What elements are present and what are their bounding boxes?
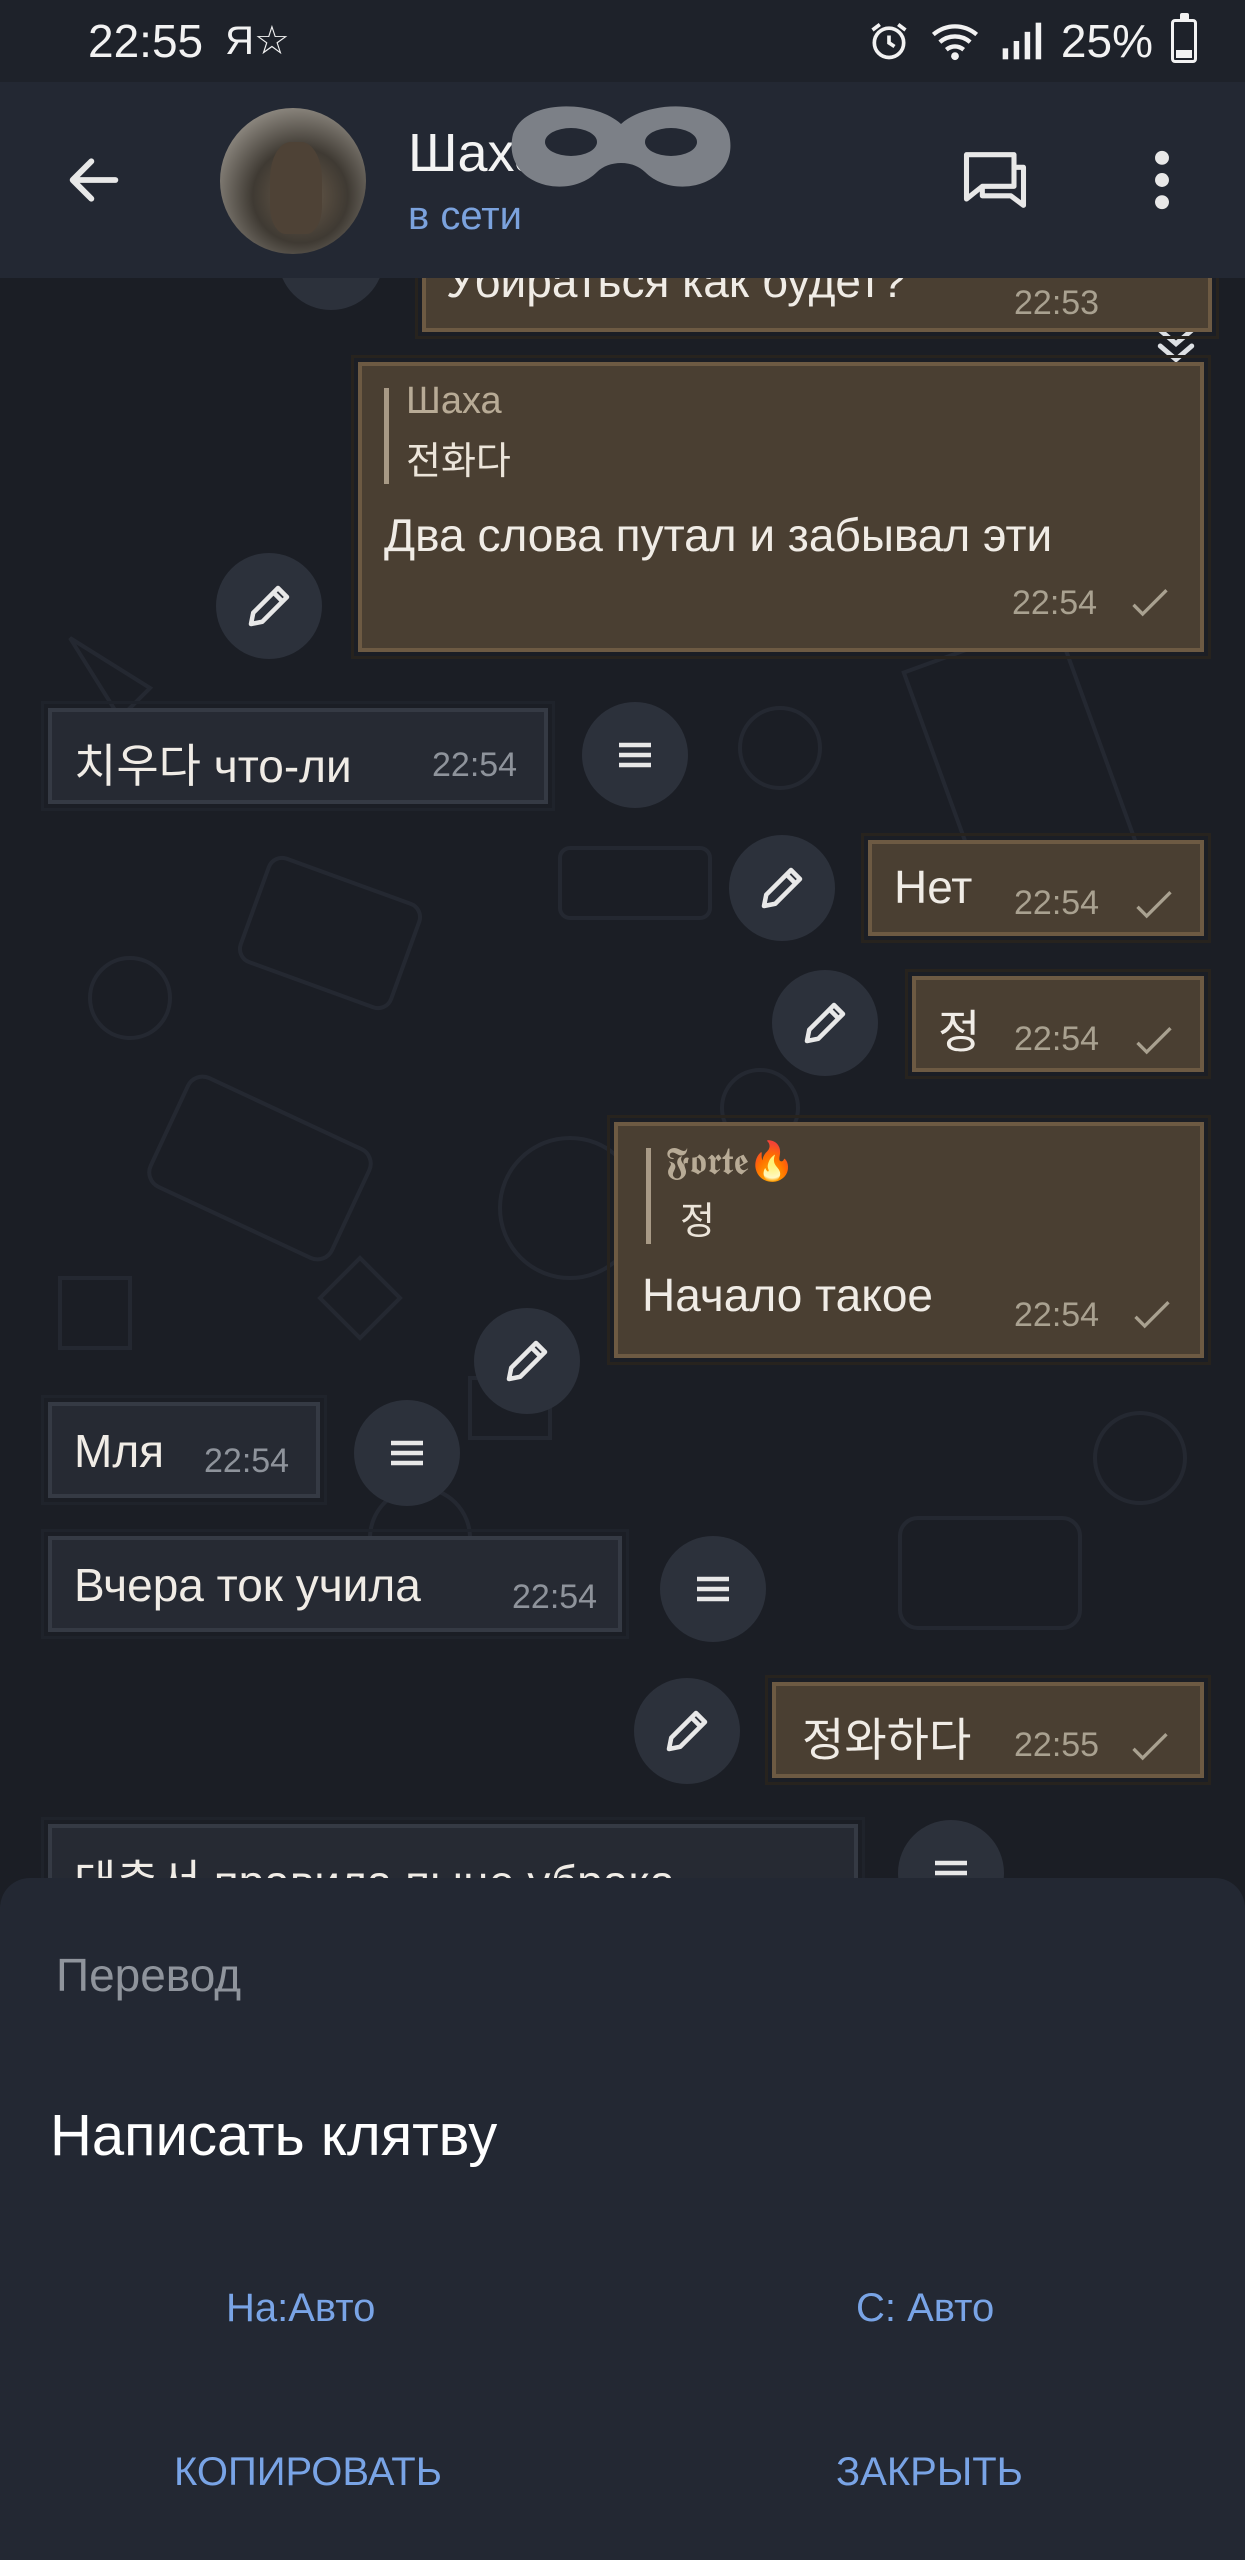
message-time: 22:54 [512,1578,598,1616]
close-button[interactable]: ЗАКРЫТЬ [836,2450,1023,2495]
menu-lines-icon [935,1860,967,1876]
pencil-icon [304,278,358,284]
edit-button[interactable] [634,1678,740,1784]
message-bubble[interactable]: Убираться как будет? 22:53 [415,278,1219,339]
message-bubble[interactable]: Шаха 전화다 Два слова путал и забывал эти 2… [351,355,1211,659]
read-check-icon [1132,588,1168,617]
message-text: Убираться как будет? [446,278,907,307]
battery-percent: 25% [1060,15,1153,67]
menu-button[interactable] [354,1400,460,1506]
quote-bar [384,388,389,484]
pencil-icon [666,1710,708,1752]
chat-header: Шаха в сети [0,82,1245,278]
message-text: Нет [894,861,973,913]
message-text: 치우다 что-ли [74,740,352,792]
menu-lines-icon [391,1440,423,1466]
quote-text: 전화다 [406,441,511,483]
message-time: 22:54 [204,1442,290,1480]
message-bubble[interactable]: 대충서 правила пыце убрака [41,1817,865,1878]
quote-author: 𝕱𝖔𝖗𝖙𝖊🔥 [666,1141,796,1183]
read-check-icon [1134,1300,1170,1329]
chat-area[interactable]: Убираться как будет? 22:53 Шаха 전화다 Два … [0,278,1245,1878]
message-time: 22:54 [1014,1296,1100,1334]
edit-button[interactable] [729,835,835,941]
chat-bubble-icon [963,152,1027,208]
message-bubble[interactable]: 치우다 что-ли 22:54 [41,701,555,811]
edit-button[interactable] [474,1308,580,1414]
wifi-icon [931,24,978,61]
message-time: 22:54 [1014,1020,1100,1058]
quote-text: 정 [680,1201,715,1243]
menu-button[interactable] [582,702,688,808]
more-vert-icon [1155,150,1169,210]
message-time: 22:53 [1014,284,1100,322]
message-text: 정와하다 [802,1714,972,1766]
arrow-left-icon [69,158,119,202]
message-bubble[interactable]: Вчера ток учила 22:54 [41,1529,629,1639]
message-time: 22:55 [1014,1726,1100,1764]
message-text: 정 [938,1006,981,1058]
signal-icon [1002,22,1042,60]
read-check-icon [1132,1732,1168,1761]
battery-icon [1171,13,1197,63]
chat-button[interactable] [950,135,1040,225]
sheet-title: Перевод [56,1949,242,2001]
source-language-button[interactable]: С: Авто [856,2286,994,2331]
message-text: Вчера ток учила [74,1559,421,1611]
translate-sheet: Перевод Написать клятву На:Авто С: Авто … [0,1878,1245,2560]
message-bubble[interactable]: 𝕱𝖔𝖗𝖙𝖊🔥 정 Начало такое 22:54 [607,1115,1211,1365]
menu-lines-icon [619,742,651,768]
status-bar: 22:55 Я☆ 25% [0,0,1245,82]
avatar-cat-shape [270,142,322,234]
copy-button[interactable]: КОПИРОВАТЬ [174,2450,442,2495]
message-bubble[interactable]: Мля 22:54 [41,1395,327,1505]
more-button[interactable] [1117,135,1207,225]
translated-text[interactable]: Написать клятву [50,2102,497,2169]
menu-button[interactable] [660,1536,766,1642]
message-text: Два слова путал и забывал эти [384,509,1053,561]
message-time: 22:54 [432,746,518,784]
edit-button[interactable] [216,553,322,659]
quote-author: Шаха [406,380,502,422]
menu-lines-icon [697,1576,729,1602]
carrier-glyph: Я☆ [225,19,290,63]
message-text: Начало такое [642,1269,934,1321]
message-text: 대충서 правила пыце убрака [74,1846,675,1878]
message-bubble[interactable]: 정와하다 22:55 [765,1675,1211,1785]
pencil-icon [248,585,290,627]
read-check-icon [1136,890,1172,919]
pencil-icon [804,1002,846,1044]
read-check-icon [1136,1026,1172,1055]
status-left: 22:55 Я☆ [88,14,290,68]
message-time: 22:54 [1012,584,1098,622]
status-time: 22:55 [88,15,204,67]
alarm-icon [871,23,907,60]
mask-sticker-icon [511,106,731,187]
pencil-icon [761,867,803,909]
message-bubble[interactable]: Нет 22:54 [861,833,1211,943]
message-bubble[interactable]: 정 22:54 [905,969,1211,1079]
message-time: 22:54 [1014,884,1100,922]
pencil-icon [506,1340,548,1382]
avatar[interactable] [220,108,366,254]
battery-level [1176,49,1192,58]
edit-button[interactable] [772,970,878,1076]
target-language-button[interactable]: На:Авто [226,2286,375,2331]
quote-bar [646,1148,651,1244]
status-right: 25% [867,13,1197,68]
back-button[interactable] [58,144,130,216]
message-text: Мля [74,1425,165,1477]
